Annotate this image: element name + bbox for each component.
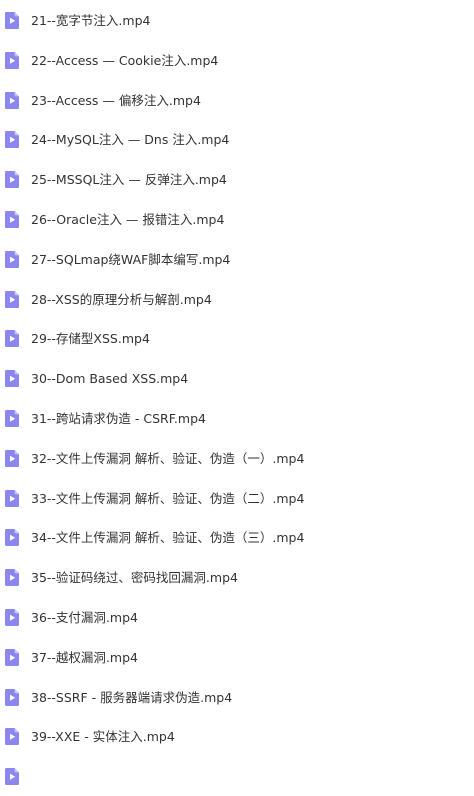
file-name: 29--存储型XSS.mp4 — [31, 331, 150, 347]
video-file-icon — [5, 768, 19, 786]
video-file-icon — [5, 688, 19, 706]
file-row[interactable]: 22--Access — Cookie注入.mp4 — [0, 40, 474, 80]
file-name: 24--MySQL注入 — Dns 注入.mp4 — [31, 132, 230, 148]
file-name: 23--Access — 偏移注入.mp4 — [31, 92, 201, 108]
file-row[interactable]: 21--宽字节注入.mp4 — [0, 0, 474, 40]
video-file-icon — [5, 330, 19, 348]
file-name: 22--Access — Cookie注入.mp4 — [31, 52, 219, 68]
file-row[interactable]: 37--越权漏洞.mp4 — [0, 637, 474, 677]
video-file-icon — [5, 449, 19, 467]
file-name: 28--XSS的原理分析与解剖.mp4 — [31, 291, 212, 307]
file-name: 35--验证码绕过、密码找回漏洞.mp4 — [31, 570, 238, 586]
video-file-icon — [5, 489, 19, 507]
file-name: 25--MSSQL注入 — 反弹注入.mp4 — [31, 172, 227, 188]
file-name: 38--SSRF - 服务器端请求伪造.mp4 — [31, 689, 233, 705]
video-file-icon — [5, 529, 19, 547]
file-row[interactable]: 27--SQLmap绕WAF脚本编写.mp4 — [0, 239, 474, 279]
file-row[interactable]: 23--Access — 偏移注入.mp4 — [0, 80, 474, 120]
video-file-icon — [5, 131, 19, 149]
file-name: 30--Dom Based XSS.mp4 — [31, 371, 189, 387]
video-file-icon — [5, 290, 19, 308]
file-row[interactable]: 36--支付漏洞.mp4 — [0, 597, 474, 637]
file-name: 26--Oracle注入 — 报错注入.mp4 — [31, 211, 225, 227]
file-name: 31--跨站请求伪造 - CSRF.mp4 — [31, 410, 206, 426]
file-list: 21--宽字节注入.mp4 22--Access — Cookie注入.mp4 … — [0, 0, 474, 796]
file-row[interactable]: 39--XXE - 实体注入.mp4 — [0, 716, 474, 756]
video-file-icon — [5, 728, 19, 746]
file-row[interactable]: 35--验证码绕过、密码找回漏洞.mp4 — [0, 557, 474, 597]
video-file-icon — [5, 569, 19, 587]
file-name: 34--文件上传漏洞 解析、验证、伪造（三）.mp4 — [31, 530, 305, 546]
file-row[interactable]: 33--文件上传漏洞 解析、验证、伪造（二）.mp4 — [0, 478, 474, 518]
video-file-icon — [5, 648, 19, 666]
file-name: 27--SQLmap绕WAF脚本编写.mp4 — [31, 251, 231, 267]
file-row[interactable]: 34--文件上传漏洞 解析、验证、伪造（三）.mp4 — [0, 517, 474, 557]
file-row[interactable]: 32--文件上传漏洞 解析、验证、伪造（一）.mp4 — [0, 438, 474, 478]
video-file-icon — [5, 250, 19, 268]
file-row[interactable]: 28--XSS的原理分析与解剖.mp4 — [0, 279, 474, 319]
file-name: 36--支付漏洞.mp4 — [31, 609, 138, 625]
video-file-icon — [5, 171, 19, 189]
file-row[interactable]: 25--MSSQL注入 — 反弹注入.mp4 — [0, 159, 474, 199]
file-row[interactable]: 29--存储型XSS.mp4 — [0, 318, 474, 358]
file-row[interactable]: 31--跨站请求伪造 - CSRF.mp4 — [0, 398, 474, 438]
video-file-icon — [5, 370, 19, 388]
file-name: 37--越权漏洞.mp4 — [31, 649, 138, 665]
video-file-icon — [5, 12, 19, 29]
file-name: 21--宽字节注入.mp4 — [31, 13, 151, 28]
file-row-partial[interactable] — [0, 756, 474, 796]
video-file-icon — [5, 91, 19, 109]
file-row[interactable]: 24--MySQL注入 — Dns 注入.mp4 — [0, 119, 474, 159]
video-file-icon — [5, 608, 19, 626]
file-name: 39--XXE - 实体注入.mp4 — [31, 729, 175, 745]
video-file-icon — [5, 409, 19, 427]
video-file-icon — [5, 210, 19, 228]
file-row[interactable]: 38--SSRF - 服务器端请求伪造.mp4 — [0, 677, 474, 717]
video-file-icon — [5, 51, 19, 69]
file-name: 32--文件上传漏洞 解析、验证、伪造（一）.mp4 — [31, 450, 305, 466]
file-row[interactable]: 26--Oracle注入 — 报错注入.mp4 — [0, 199, 474, 239]
file-row[interactable]: 30--Dom Based XSS.mp4 — [0, 358, 474, 398]
file-name: 33--文件上传漏洞 解析、验证、伪造（二）.mp4 — [31, 490, 305, 506]
